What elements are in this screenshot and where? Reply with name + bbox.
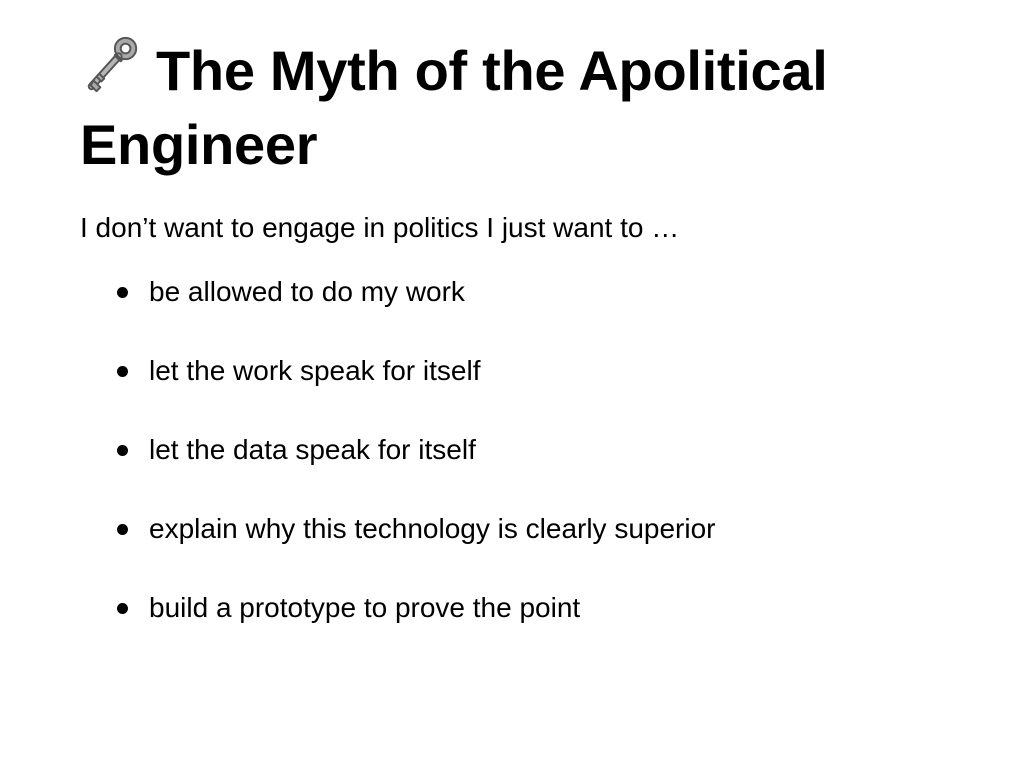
bullet-dot (117, 287, 128, 298)
list-item: let the work speak for itself (80, 351, 960, 391)
bullet-dot (117, 603, 128, 614)
bullet-text: let the work speak for itself (149, 355, 481, 386)
list-item: let the data speak for itself (80, 430, 960, 470)
bullet-text: explain why this technology is clearly s… (149, 513, 716, 544)
bullet-list: be allowed to do my work let the work sp… (80, 272, 960, 628)
bullet-dot (117, 524, 128, 535)
slide-title: The Myth of the Apolitical Engineer (80, 34, 960, 182)
old-key-icon (80, 34, 142, 96)
bullet-text: let the data speak for itself (149, 434, 476, 465)
intro-text: I don’t want to engage in politics I jus… (80, 212, 680, 243)
bullet-dot (117, 445, 128, 456)
list-item: explain why this technology is clearly s… (80, 509, 960, 549)
slide-title-text: The Myth of the Apolitical Engineer (80, 39, 828, 176)
list-item: be allowed to do my work (80, 272, 960, 312)
list-item: build a prototype to prove the point (80, 588, 960, 628)
bullet-text: build a prototype to prove the point (149, 592, 581, 623)
bullet-dot (117, 366, 128, 377)
slide: The Myth of the Apolitical Engineer I do… (80, 34, 960, 667)
bullet-text: be allowed to do my work (149, 276, 465, 307)
